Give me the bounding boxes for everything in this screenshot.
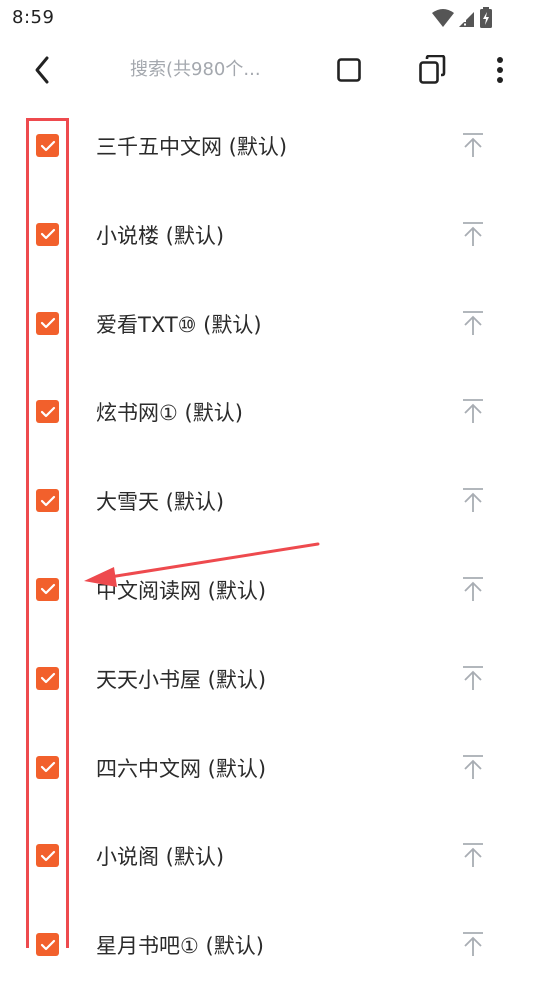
move-to-top-button[interactable] — [457, 838, 489, 872]
checkbox-checked[interactable] — [36, 311, 59, 335]
move-to-top-button[interactable] — [457, 306, 489, 340]
arrow-to-top-icon — [463, 577, 483, 601]
source-name: 星月书吧① (默认) — [96, 934, 264, 959]
status-icons — [431, 7, 493, 29]
list-item[interactable]: 爱看TXT⑩ (默认) — [0, 280, 533, 369]
source-name: 大雪天 (默认) — [96, 490, 225, 515]
checkbox-checked[interactable] — [36, 577, 59, 601]
check-icon — [40, 406, 55, 417]
move-to-top-button[interactable] — [457, 217, 489, 251]
list-item[interactable]: 炫书网① (默认) — [0, 368, 533, 457]
checkbox-checked[interactable] — [36, 755, 59, 779]
move-to-top-button[interactable] — [457, 750, 489, 784]
check-icon — [40, 584, 55, 595]
arrow-to-top-icon — [463, 399, 483, 424]
arrow-to-top-icon — [463, 843, 483, 868]
source-list: 三千五中文网 (默认) 小说楼 (默认) 爱看TXT⑩ (默认) 炫书网① (默… — [0, 102, 533, 990]
arrow-to-top-icon — [463, 754, 483, 779]
status-bar: 8:59 — [0, 0, 533, 36]
move-to-top-button[interactable] — [457, 128, 489, 162]
back-button[interactable] — [22, 50, 62, 90]
check-icon — [40, 673, 55, 684]
source-name: 小说阁 (默认) — [96, 845, 225, 870]
check-icon — [40, 140, 55, 151]
arrow-to-top-icon — [463, 221, 483, 246]
list-item[interactable]: 天天小书屋 (默认) — [0, 635, 533, 724]
check-icon — [40, 229, 55, 240]
status-time: 8:59 — [12, 7, 55, 28]
invert-selection-button[interactable] — [412, 50, 452, 90]
move-to-top-button[interactable] — [457, 661, 489, 695]
checkbox-checked[interactable] — [36, 489, 59, 513]
source-name: 四六中文网 (默认) — [96, 756, 267, 781]
checkbox-checked[interactable] — [36, 134, 59, 157]
search-input[interactable] — [124, 52, 316, 86]
copy-icon — [419, 55, 446, 84]
square-icon — [337, 58, 361, 82]
checkbox-checked[interactable] — [36, 666, 59, 690]
check-icon — [40, 495, 55, 506]
select-all-button[interactable] — [329, 50, 369, 90]
list-item[interactable]: 三千五中文网 (默认) — [0, 102, 533, 191]
list-item[interactable]: 小说阁 (默认) — [0, 812, 533, 901]
source-name: 天天小书屋 (默认) — [96, 667, 267, 692]
arrow-to-top-icon — [463, 133, 483, 157]
check-icon — [40, 761, 55, 773]
checkbox-checked[interactable] — [36, 844, 59, 868]
list-item[interactable]: 中文阅读网 (默认) — [0, 546, 533, 635]
move-to-top-button[interactable] — [457, 394, 489, 428]
list-item[interactable]: 四六中文网 (默认) — [0, 724, 533, 813]
arrow-to-top-icon — [463, 310, 483, 335]
move-to-top-button[interactable] — [457, 572, 489, 606]
checkbox-checked[interactable] — [36, 222, 59, 246]
wifi-icon — [432, 9, 454, 27]
chevron-left-icon — [35, 56, 49, 84]
source-name: 爱看TXT⑩ (默认) — [96, 312, 262, 337]
more-vert-icon — [497, 57, 503, 83]
arrow-to-top-icon — [463, 488, 483, 513]
source-name: 中文阅读网 (默认) — [96, 578, 267, 603]
arrow-to-top-icon — [463, 665, 483, 690]
move-to-top-button[interactable] — [457, 483, 489, 517]
check-icon — [40, 939, 55, 950]
checkbox-checked[interactable] — [36, 400, 59, 424]
more-options-button[interactable] — [480, 50, 520, 90]
check-icon — [40, 850, 55, 861]
signal-icon — [459, 12, 474, 27]
check-icon — [40, 317, 55, 329]
source-name: 小说楼 (默认) — [96, 223, 225, 248]
battery-icon — [480, 7, 492, 28]
checkbox-checked[interactable] — [36, 933, 59, 957]
move-to-top-button[interactable] — [457, 927, 489, 961]
source-name: 三千五中文网 (默认) — [96, 135, 288, 159]
list-item[interactable]: 小说楼 (默认) — [0, 191, 533, 280]
arrow-to-top-icon — [463, 932, 483, 957]
list-item[interactable]: 大雪天 (默认) — [0, 457, 533, 546]
list-item[interactable]: 星月书吧① (默认) — [0, 901, 533, 990]
source-name: 炫书网① (默认) — [96, 401, 243, 426]
toolbar — [0, 40, 533, 98]
